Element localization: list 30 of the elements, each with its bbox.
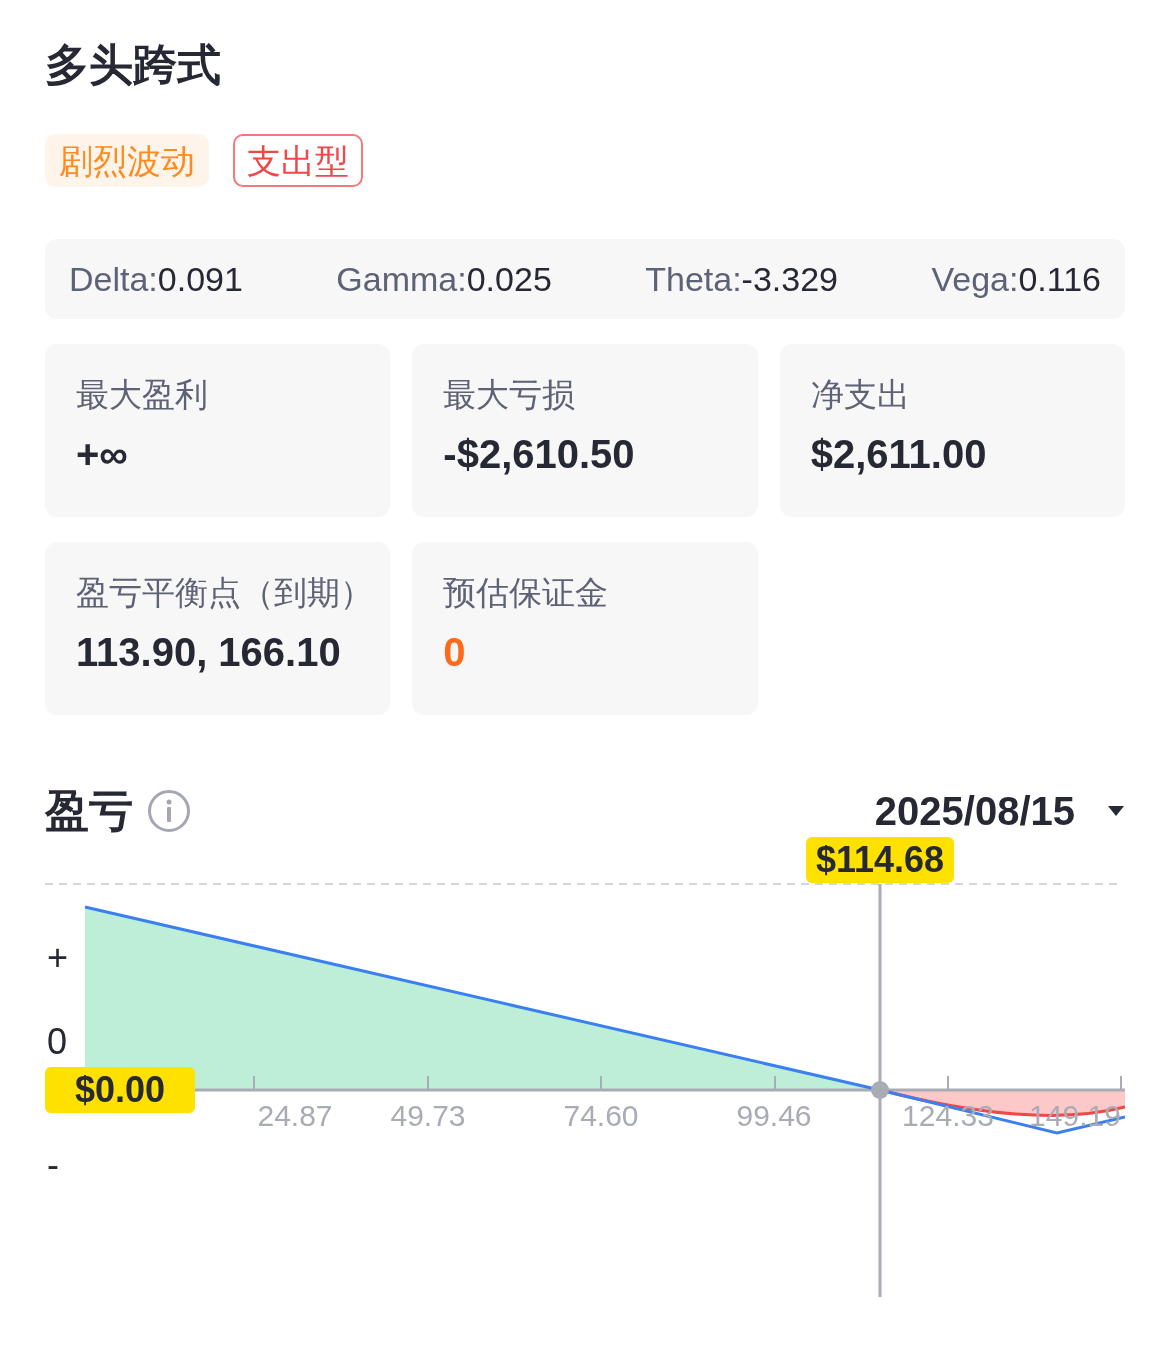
- x-axis-label: 49.73: [390, 1098, 466, 1134]
- stat-label: 最大盈利: [76, 375, 208, 415]
- y-axis-label: 0: [47, 1022, 68, 1062]
- greek-value: Delta:0.091: [69, 258, 243, 300]
- info-icon[interactable]: [147, 788, 191, 833]
- price-tag: $114.68: [806, 837, 955, 883]
- stat-value: -$2,610.50: [443, 431, 635, 478]
- stat-value: 113.90, 166.10: [76, 629, 341, 676]
- caret-icon: [1107, 804, 1125, 817]
- stat-label: 盈亏平衡点（到期）: [76, 573, 373, 613]
- stat-label: 净支出: [810, 375, 910, 415]
- x-axis-label: 124.33: [902, 1098, 994, 1134]
- greek-value: Vega:0.116: [931, 258, 1101, 300]
- stat-value: +∞: [76, 431, 128, 478]
- y-axis-label: +: [47, 938, 69, 978]
- greek-value: Gamma:0.025: [336, 258, 552, 300]
- x-axis-label: 99.46: [736, 1098, 812, 1134]
- greek-value: Theta:-3.329: [645, 258, 838, 300]
- tag: 支出型: [233, 134, 363, 187]
- x-axis-label: 74.60: [563, 1098, 639, 1134]
- stat-label: 预估保证金: [443, 573, 609, 613]
- strategy-title: 多头跨式: [45, 39, 221, 91]
- x-axis-label: 24.87: [257, 1098, 333, 1134]
- stat-value: 0: [443, 629, 466, 676]
- y-axis-label: -: [47, 1145, 59, 1185]
- tag: 剧烈波动: [45, 134, 209, 187]
- stat-label: 最大亏损: [443, 375, 576, 415]
- pnl-heading: 盈亏: [45, 784, 133, 837]
- zero-tag: $0.00: [45, 1067, 195, 1113]
- stat-value: $2,611.00: [810, 431, 987, 478]
